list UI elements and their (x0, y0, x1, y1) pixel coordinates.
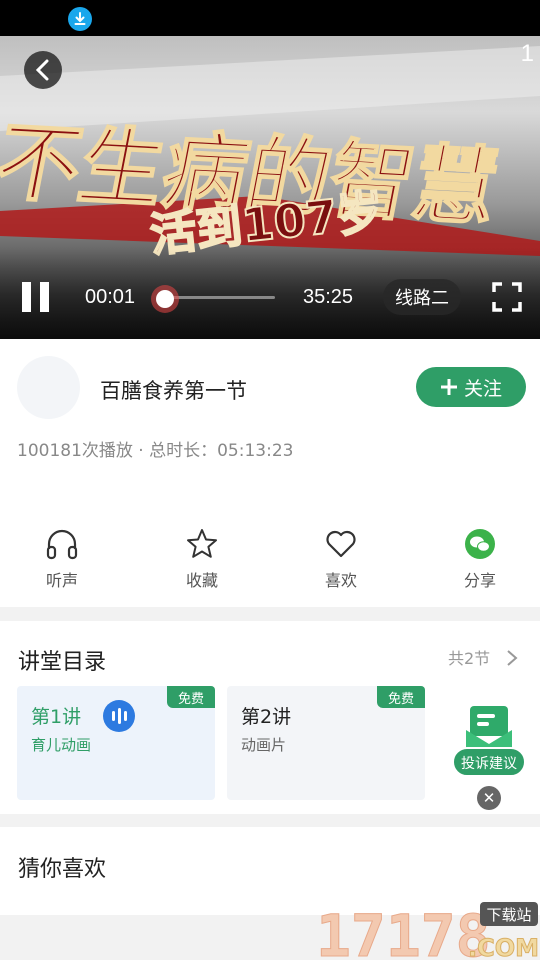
share-label: 分享 (463, 571, 496, 590)
seek-thumb[interactable] (151, 285, 180, 313)
svg-text:下载站: 下载站 (486, 906, 531, 924)
collect-button[interactable]: 收藏 (162, 527, 242, 591)
free-badge: 免费 (167, 686, 215, 708)
current-time: 00:01 (85, 286, 136, 308)
lesson-card-2[interactable]: 免费 第2讲 动画片 (227, 686, 425, 800)
fullscreen-icon (492, 282, 522, 312)
action-bar: 听声 收藏 喜欢 分享 (0, 527, 540, 590)
lesson-title: 第2讲 (241, 706, 292, 728)
close-icon[interactable]: ✕ (477, 786, 501, 810)
course-info: 百膳食养第一节 关注 100181次播放 · 总时长：05:13:23 听声 收… (0, 339, 540, 607)
feedback-button[interactable]: 投诉建议 (450, 700, 528, 780)
line-switch-button[interactable]: 线路二 (383, 279, 461, 315)
follow-label: 关注 (463, 377, 502, 400)
site-watermark: 17178 .COM 下载站 (316, 902, 540, 960)
playing-audio-icon (103, 700, 135, 732)
back-arrow-icon (35, 59, 49, 81)
episode-number: 1 (520, 40, 534, 67)
lesson-card-1[interactable]: 免费 第1讲 育儿动画 (17, 686, 215, 800)
wechat-icon (465, 529, 495, 559)
lesson-title: 第1讲 (31, 706, 82, 728)
feedback-label: 投诉建议 (461, 756, 517, 772)
lesson-subtitle: 育儿动画 (31, 736, 92, 754)
total-time: 35:25 (303, 286, 354, 308)
follow-button[interactable]: 关注 (416, 367, 526, 407)
plus-icon (440, 379, 457, 395)
catalog-count[interactable]: 共2节 (448, 645, 490, 669)
download-icon[interactable] (68, 7, 92, 31)
chevron-right-icon[interactable] (504, 648, 520, 668)
svg-text:.COM: .COM (468, 934, 539, 960)
like-label: 喜欢 (324, 571, 357, 590)
star-icon (187, 529, 217, 558)
catalog-title: 讲堂目录 (18, 650, 107, 675)
play-stats: 100181次播放 · 总时长：05:13:23 (17, 441, 294, 461)
heart-icon (326, 530, 356, 558)
status-bar (0, 0, 540, 36)
feedback-icon: 投诉建议 (452, 706, 526, 777)
video-player[interactable]: 不生病的智慧 活到107岁 1 00:01 35:25 线路二 (0, 36, 540, 339)
pause-button[interactable] (22, 282, 50, 312)
like-button[interactable]: 喜欢 (301, 527, 381, 591)
recommend-title: 猜你喜欢 (18, 857, 107, 882)
course-title: 百膳食养第一节 (100, 379, 247, 403)
collect-label: 收藏 (185, 571, 218, 590)
back-button[interactable] (24, 51, 62, 89)
fullscreen-button[interactable] (492, 282, 522, 312)
listen-button[interactable]: 听声 (22, 527, 102, 591)
listen-label: 听声 (45, 571, 78, 590)
free-badge: 免费 (377, 686, 425, 708)
lesson-subtitle: 动画片 (241, 736, 287, 754)
avatar[interactable] (17, 356, 80, 419)
svg-text:17178: 17178 (316, 902, 491, 960)
share-button[interactable]: 分享 (440, 527, 520, 591)
headphones-icon (46, 529, 78, 560)
